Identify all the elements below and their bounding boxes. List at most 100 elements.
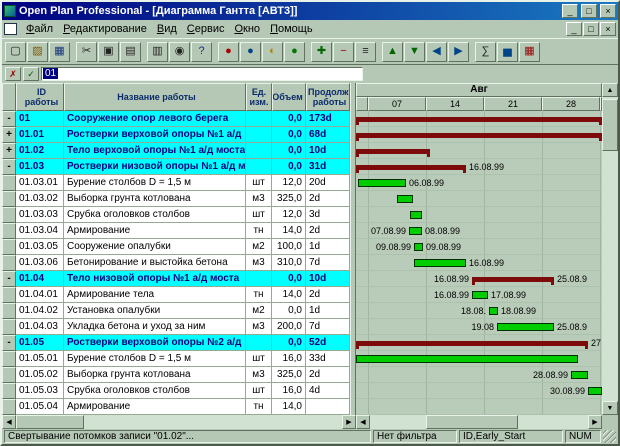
cell-volume[interactable]: 0,0	[272, 143, 306, 159]
column-header-id[interactable]: ID работы	[16, 83, 64, 111]
maximize-button[interactable]: □	[581, 4, 597, 18]
chart-horizontal-scrollbar[interactable]: ◀ ▶	[356, 415, 602, 429]
table-row[interactable]: 01.04.02Установка опалубким20,01d	[2, 303, 350, 319]
mdi-minimize-button[interactable]: _	[566, 22, 582, 36]
gantt-bar-task[interactable]	[414, 259, 466, 267]
cell-volume[interactable]: 0,0	[272, 303, 306, 319]
gantt-bar-task[interactable]	[472, 291, 488, 299]
cut-button[interactable]: ✂	[76, 42, 97, 62]
cell-unit[interactable]: м3	[246, 255, 272, 271]
cell-name[interactable]: Армирование тела	[64, 287, 246, 303]
confirm-edit-button[interactable]: ✓	[23, 67, 39, 81]
paste-button[interactable]: ▤	[120, 42, 141, 62]
table-row[interactable]: 01.03.03Срубка оголовков столбовшт12,03d	[2, 207, 350, 223]
cell-unit[interactable]: шт	[246, 207, 272, 223]
table-row[interactable]: -01.03Ростверки низовой опоры №1 а/д м0,…	[2, 159, 350, 175]
cell-id[interactable]: 01.01	[16, 127, 64, 143]
table-row[interactable]: 01.04.01Армирование телатн14,02d	[2, 287, 350, 303]
gantt-bar-task[interactable]	[571, 371, 588, 379]
cell-name[interactable]: Срубка оголовков столбов	[64, 207, 246, 223]
menu-item-2[interactable]: Вид	[152, 22, 182, 36]
save-button[interactable]: ▦	[49, 42, 70, 62]
cell-unit[interactable]	[246, 143, 272, 159]
cell-unit[interactable]: м3	[246, 319, 272, 335]
link-button[interactable]: ≡	[355, 42, 376, 62]
cell-name[interactable]: Выборка грунта котлована	[64, 367, 246, 383]
table-row[interactable]: 01.04.03Укладка бетона и уход за нимм320…	[2, 319, 350, 335]
move-up-button[interactable]: ▲	[382, 42, 403, 62]
cell-duration[interactable]: 10d	[306, 143, 350, 159]
cell-unit[interactable]: тн	[246, 287, 272, 303]
cell-name[interactable]: Бурение столбов D = 1,5 м	[64, 351, 246, 367]
open-button[interactable]: ▨	[27, 42, 48, 62]
cell-name[interactable]: Армирование	[64, 399, 246, 415]
cell-volume[interactable]: 0,0	[272, 159, 306, 175]
indent-button[interactable]: ▶	[448, 42, 469, 62]
column-header-duration[interactable]: Продолж. работы	[306, 83, 350, 111]
cell-name[interactable]: Тело низовой опоры №1 а/д моста	[64, 271, 246, 287]
help-button[interactable]: ?	[191, 42, 212, 62]
cell-id[interactable]: 01.02	[16, 143, 64, 159]
table-row[interactable]: 01.03.06Бетонирование и выстойка бетонам…	[2, 255, 350, 271]
clock-green-button[interactable]: ●	[284, 42, 305, 62]
spreadsheet-view-button[interactable]: ▦	[519, 42, 540, 62]
cell-volume[interactable]: 200,0	[272, 319, 306, 335]
cell-volume[interactable]: 0,0	[272, 271, 306, 287]
table-row[interactable]: 01.05.02Выборка грунта котлованам3325,02…	[2, 367, 350, 383]
cell-duration[interactable]: 52d	[306, 335, 350, 351]
gantt-bar-task[interactable]	[497, 323, 554, 331]
resource-analysis-button[interactable]: ●	[240, 42, 261, 62]
corner-header-cell[interactable]	[2, 83, 16, 111]
scroll-right-button[interactable]: ▶	[342, 415, 356, 429]
cell-name[interactable]: Бурение столбов D = 1,5 м	[64, 175, 246, 191]
cancel-edit-button[interactable]: ✗	[5, 67, 21, 81]
barchart-view-button[interactable]: ▅	[497, 42, 518, 62]
copy-button[interactable]: ▣	[98, 42, 119, 62]
cell-id[interactable]: 01.04	[16, 271, 64, 287]
close-button[interactable]: ×	[600, 4, 616, 18]
cell-unit[interactable]: м3	[246, 367, 272, 383]
table-row[interactable]: 01.03.05Сооружение опалубким2100,01d	[2, 239, 350, 255]
cell-unit[interactable]: м3	[246, 191, 272, 207]
vertical-scroll-thumb[interactable]	[602, 99, 618, 151]
cell-volume[interactable]: 0,0	[272, 335, 306, 351]
cell-name[interactable]: Ростверки верховой опоры №2 а/д	[64, 335, 246, 351]
outdent-button[interactable]: ◀	[426, 42, 447, 62]
cell-duration[interactable]: 2d	[306, 223, 350, 239]
cell-name[interactable]: Ростверки низовой опоры №1 а/д м	[64, 159, 246, 175]
vertical-scroll-track[interactable]	[602, 97, 618, 401]
cell-unit[interactable]	[246, 111, 272, 127]
table-row[interactable]: +01.02Тело верховой опоры №1 а/д моста0,…	[2, 143, 350, 159]
cell-name[interactable]: Укладка бетона и уход за ним	[64, 319, 246, 335]
cell-duration[interactable]: 3d	[306, 207, 350, 223]
column-header-unit[interactable]: Ед. изм.	[246, 83, 272, 111]
h-scroll-track[interactable]	[16, 415, 342, 429]
cell-volume[interactable]: 0,0	[272, 111, 306, 127]
mdi-close-button[interactable]: ×	[600, 22, 616, 36]
gantt-bar-task[interactable]	[410, 211, 422, 219]
cell-id[interactable]: 01.04.03	[16, 319, 64, 335]
cell-duration[interactable]: 1d	[306, 303, 350, 319]
cell-unit[interactable]: м2	[246, 239, 272, 255]
cell-name[interactable]: Армирование	[64, 223, 246, 239]
cell-unit[interactable]: м2	[246, 303, 272, 319]
clock-yellow-button[interactable]: ◐	[262, 42, 283, 62]
cell-name[interactable]: Ростверки верховой опоры №1 а/д	[64, 127, 246, 143]
cell-duration[interactable]: 4d	[306, 383, 350, 399]
cell-duration[interactable]: 1d	[306, 239, 350, 255]
gantt-bar-task[interactable]	[489, 307, 498, 315]
cell-unit[interactable]: тн	[246, 399, 272, 415]
gantt-bar-summary[interactable]	[356, 117, 602, 122]
minimize-button[interactable]: _	[562, 4, 578, 18]
cell-duration[interactable]: 2d	[306, 287, 350, 303]
cell-id[interactable]: 01.03.06	[16, 255, 64, 271]
document-icon[interactable]	[4, 23, 17, 35]
gantt-bar-summary[interactable]	[356, 133, 602, 138]
column-header-volume[interactable]: Объем	[272, 83, 306, 111]
collapse-toggle[interactable]: -	[2, 271, 16, 287]
table-row[interactable]: 01.03.04Армированиетн14,02d	[2, 223, 350, 239]
cell-volume[interactable]: 16,0	[272, 383, 306, 399]
scroll-up-button[interactable]: ▲	[602, 83, 618, 97]
expand-toggle[interactable]: +	[2, 143, 16, 159]
menu-item-1[interactable]: Редактирование	[58, 22, 152, 36]
